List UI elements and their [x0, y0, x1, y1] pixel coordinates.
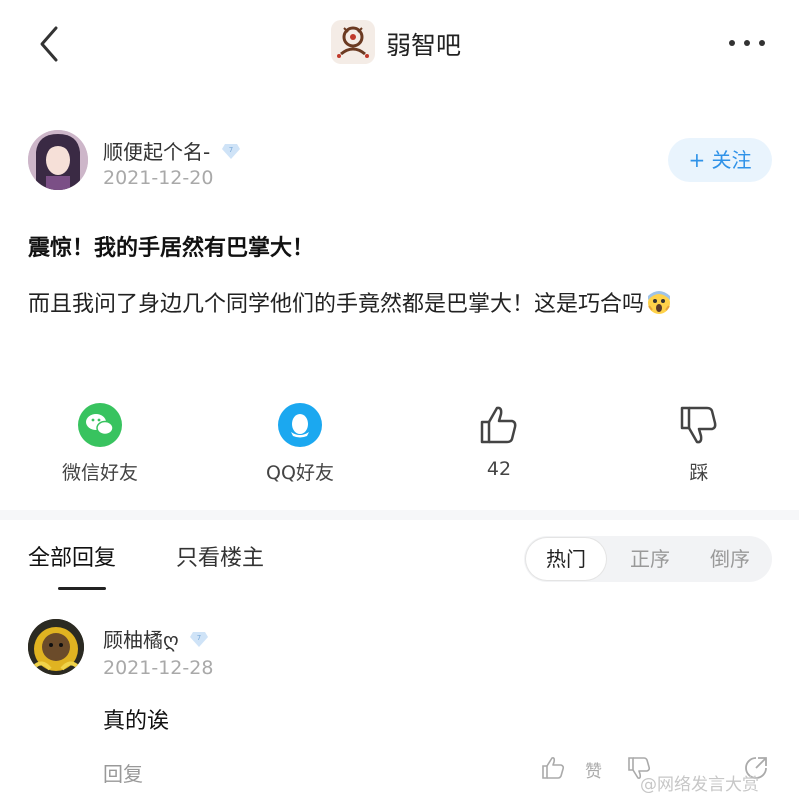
comment-like-label[interactable]: 赞: [585, 757, 602, 782]
wechat-label: 微信好友: [61, 462, 138, 484]
post-body: 而且我问了身边几个同学他们的手竟然都是巴掌大！这是巧合吗: [28, 285, 768, 325]
commenter-avatar[interactable]: [28, 619, 84, 675]
comment-date: 2021-12-28: [103, 657, 214, 679]
anime-girl-avatar-icon: [28, 130, 88, 190]
svg-text:7: 7: [197, 634, 201, 642]
tab-owner-only[interactable]: 只看楼主: [176, 540, 264, 572]
svg-text:7: 7: [228, 146, 232, 154]
wechat-icon: [78, 403, 122, 447]
sort-ascending[interactable]: 正序: [610, 536, 690, 582]
post-body-text: 而且我问了身边几个同学他们的手竟然都是巴掌大！这是巧合吗: [28, 292, 645, 317]
author-avatar[interactable]: [28, 130, 88, 190]
share-wechat-button[interactable]: 微信好友: [30, 402, 170, 485]
commenter-name-text[interactable]: 顾柚橘ღ: [103, 628, 179, 652]
like-button[interactable]: 42: [429, 402, 569, 480]
watermark-text: @网络发言大赏: [640, 775, 759, 795]
diamond-level-badge-icon: 7: [221, 144, 240, 159]
forum-logo[interactable]: [331, 20, 375, 64]
dislike-button[interactable]: 踩: [629, 402, 769, 485]
scared-face-emoji-icon: [648, 291, 671, 314]
qq-icon: [278, 403, 322, 447]
section-divider: [0, 510, 799, 520]
more-button[interactable]: [724, 30, 770, 56]
comment-like-icon[interactable]: [540, 755, 566, 781]
comment-text: 真的诶: [103, 709, 170, 734]
share-qq-button[interactable]: QQ好友: [230, 402, 370, 485]
sort-switch: 热门 正序 倒序: [524, 536, 772, 582]
qq-label: QQ好友: [266, 462, 334, 484]
tab-active-underline: [58, 587, 106, 590]
sort-hot[interactable]: 热门: [526, 538, 606, 580]
forum-logo-icon: [337, 26, 369, 58]
thumbs-up-icon: [480, 406, 517, 444]
thumbs-down-icon: [680, 406, 717, 444]
chevron-left-icon: [40, 26, 58, 62]
post-date: 2021-12-20: [103, 167, 214, 189]
dislike-label: 踩: [689, 462, 709, 484]
commenter-name[interactable]: 顾柚橘ღ 7: [103, 624, 209, 653]
tab-all-replies[interactable]: 全部回复: [28, 540, 116, 572]
back-button[interactable]: [30, 22, 70, 66]
post-title: 震惊！我的手居然有巴掌大！: [28, 236, 315, 261]
follow-button[interactable]: + 关注: [668, 138, 772, 182]
sort-descending[interactable]: 倒序: [690, 536, 770, 582]
sunflower-avatar-icon: [28, 619, 84, 675]
author-name-text[interactable]: 顺便起个名-: [103, 140, 210, 164]
diamond-level-badge-icon: 7: [190, 632, 209, 647]
more-dots-icon: [729, 40, 765, 46]
forum-name[interactable]: 弱智吧: [386, 26, 461, 62]
author-name[interactable]: 顺便起个名- 7: [103, 136, 241, 165]
like-count: 42: [486, 458, 512, 480]
comment-reply-button[interactable]: 回复: [103, 758, 143, 787]
